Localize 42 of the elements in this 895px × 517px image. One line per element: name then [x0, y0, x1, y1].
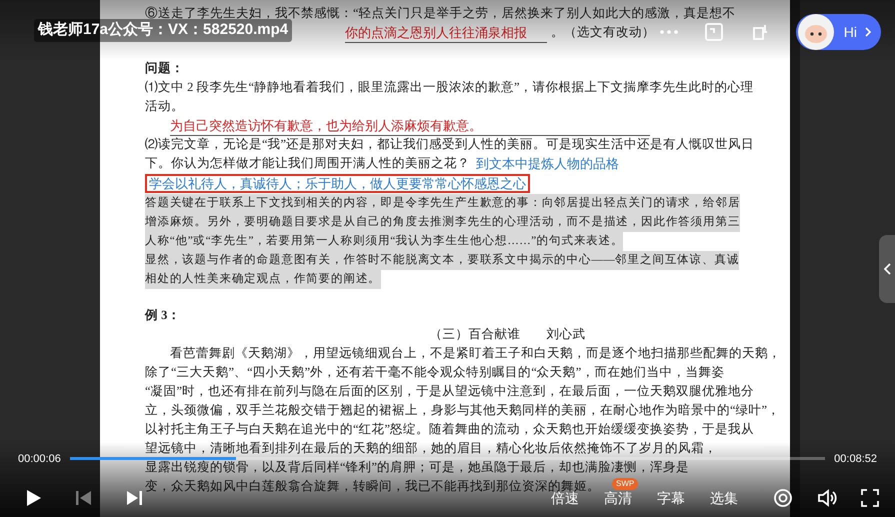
- text-line: 。（选文有改动）: [551, 24, 655, 41]
- text-line: 显露出锐瘦的锁骨，以及背后同样“锋利”的肩胛；可是，她虽隐于最后，却也满脸凄恻，浑身是: [145, 459, 690, 476]
- assistant-button[interactable]: Hi: [796, 14, 881, 50]
- text-line: ⑥送走了李先生夫妇，我不禁感慨：“轻点关门只是举手之劳，居然换来了别人如此大的感激，真是想不: [145, 5, 736, 22]
- swp-badge: SWP: [612, 478, 638, 490]
- volume-icon[interactable]: [817, 488, 837, 508]
- highlighted-text: 显然，该题与作者的命题意图有关，作答时不能脱离文本，要联系文中揭示的中心——邻里之间互体谅、真诚: [145, 251, 740, 270]
- text-line: 除了“三大天鹅”、“四小天鹅”外，还有若干毫不能令观众特别瞩目的“众天鹅”，而在她们当中，当舞姿: [145, 364, 724, 381]
- note-text: 到文本中提炼人物的品格: [476, 155, 619, 173]
- side-panel-handle[interactable]: [879, 235, 895, 303]
- heading-text: 问题：: [145, 60, 184, 77]
- text-line: ⑵读完文章，无论是“我”还是那对夫妇，都让我们感受到人性的美丽。可是现实生活中还是有人慨叹世风日: [145, 136, 754, 153]
- answer-box: 学会以礼待人，真诚待人；乐于助人，做人更要常常心怀感恩之心: [145, 174, 530, 193]
- text-line: 立，头颈微偏，双手兰花般交错于翘起的裙裾上，身影与其他天鹅同样的美丽，在耐心地作为暗景中的“绿叶”，: [145, 402, 780, 419]
- menu-button[interactable]: 高清: [604, 488, 632, 508]
- text-line: 看芭蕾舞剧《天鹅湖》，用望远镜细观台上，不是紧盯着王子和白天鹅，而是逐个地扫描那些配舞的天鹅，: [169, 345, 781, 362]
- total-time: 00:08:52: [834, 452, 877, 467]
- answer-text: 为自己突然造访怀有歉意，也为给别人添麻烦有歉意。: [170, 116, 650, 136]
- text-line: ⑴文中 2 段李先生“静静地看着我们，眼里流露出一股浓浓的歉意”，请你根据上下文揣摩李先生此时的心理: [145, 79, 754, 96]
- answer-text: 你的点滴之恩别人往往涌泉相报: [345, 22, 547, 42]
- elapsed-time: 00:00:06: [18, 452, 61, 467]
- video-title: 钱老师17a公众号：VX：582520.mp4: [34, 19, 292, 42]
- highlighted-text: 相处的人性美来确定观点，作简要的阐述。: [145, 270, 381, 289]
- heading-text: 例 3：: [145, 307, 180, 324]
- highlighted-text: 增添麻烦。另外，要明确题目要求是从自己的角度去推测李先生的心理活动，而不是描述，因此作答须用第三: [145, 213, 740, 232]
- text-line: “凝固”时，也还有排在前列与隐在后面的区别，于是从望远镜中注意到，在最后面，一位天鹅双腿优雅地分: [145, 383, 754, 400]
- text-line: 望远镜中，清晰地看到排列在最后的天鹅的细部，她的眉目，精心化妆后依然掩饰不了岁月的风霜，: [145, 440, 717, 457]
- text-line: 活动。: [145, 98, 184, 115]
- highlighted-text: 答题关键在于联系上下文找到相关的内容，即是令李先生产生歉意的事：向邻居提出轻点关门的请求，给邻居: [145, 194, 740, 213]
- text-line: 下。你认为怎样做才能让我们周围开满人性的美丽之花？: [145, 155, 470, 172]
- menu-button[interactable]: 选集: [710, 488, 738, 508]
- next-button[interactable]: [124, 488, 144, 508]
- text-line: 变，众天鹅如风中白莲般翕合旋舞，转瞬间，我已不能再找到那位资深的舞姬。: [145, 478, 600, 493]
- chevron-right-icon: [865, 27, 871, 37]
- text-line: 以衬托主角王子与白天鹅在追光中的“红花”怒绽。随着舞曲的流动，众天鹅也开始缓缓变换姿势，于是我从: [145, 421, 754, 438]
- fullscreen-icon[interactable]: [861, 489, 879, 507]
- article-title: （三）百合献谁 刘心武: [430, 326, 586, 343]
- menu-button[interactable]: 字幕: [657, 488, 685, 508]
- highlighted-text: 人称“他”或“李先生”，若要用第一人称则须用“我认为李生生他心想……”的句式来表述。: [145, 232, 624, 251]
- robot-avatar-icon: [796, 12, 836, 52]
- chevron-left-icon: [884, 263, 890, 275]
- ring-icon[interactable]: [773, 488, 793, 508]
